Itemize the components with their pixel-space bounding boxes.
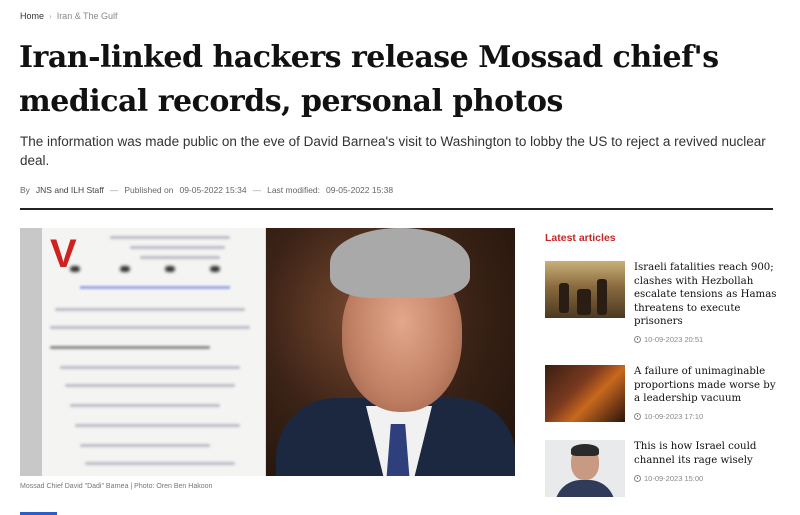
- article-timestamp: 10-09-2023 17:10: [634, 412, 703, 421]
- meta-separator-2: —: [252, 185, 262, 195]
- clock-icon: [634, 475, 641, 482]
- article-meta: By JNS and ILH Staff — Published on 09-0…: [20, 185, 393, 195]
- breadcrumb-home-link[interactable]: Home: [20, 11, 44, 21]
- doc-blob: [210, 266, 220, 272]
- sidebar-title: Latest articles: [545, 232, 616, 244]
- doc-line: [55, 308, 245, 311]
- hair-shape: [330, 228, 470, 298]
- doc-line: [85, 462, 235, 465]
- body-shape: [555, 480, 615, 497]
- figure-shape: [577, 289, 591, 315]
- figure-shape: [597, 279, 607, 315]
- author-link[interactable]: JNS and ILH Staff: [36, 185, 104, 195]
- article-thumbnail[interactable]: [545, 261, 625, 318]
- figure-shape: [559, 283, 569, 313]
- page-title: Iran-linked hackers release Mossad chief…: [19, 40, 719, 119]
- sidebar-article-2[interactable]: A failure of unimaginable proportions ma…: [545, 365, 777, 425]
- doc-line: [70, 404, 220, 407]
- document-edge: [20, 228, 42, 476]
- meta-separator: —: [109, 185, 119, 195]
- image-caption: Mossad Chief David "Dadi" Barnea | Photo…: [20, 483, 213, 490]
- doc-blob: [165, 266, 175, 272]
- hair-shape: [571, 444, 599, 456]
- doc-line: [50, 346, 210, 349]
- doc-blob: [120, 266, 130, 272]
- article-title-link[interactable]: A failure of unimaginable proportions ma…: [634, 365, 779, 406]
- article-timestamp: 10-09-2023 20:51: [634, 335, 703, 344]
- sidebar-article-3[interactable]: This is how Israel could channel its rag…: [545, 440, 777, 500]
- doc-line: [110, 236, 230, 239]
- article-thumbnail[interactable]: [545, 365, 625, 422]
- doc-line: [140, 256, 220, 259]
- article-title-link[interactable]: Israeli fatalities reach 900; clashes wi…: [634, 261, 779, 329]
- doc-line: [50, 326, 250, 329]
- clock-icon: [634, 413, 641, 420]
- doc-line: [65, 384, 235, 387]
- portrait-photo: [266, 228, 515, 476]
- blurred-document-image: V: [20, 228, 265, 476]
- doc-line: [80, 444, 210, 447]
- sidebar-article-1[interactable]: Israeli fatalities reach 900; clashes wi…: [545, 261, 777, 351]
- breadcrumb-section-link[interactable]: Iran & The Gulf: [57, 11, 118, 21]
- published-label: Published on: [124, 185, 174, 195]
- breadcrumb-separator-icon: ›: [49, 11, 52, 21]
- article-time: 10-09-2023 15:00: [644, 474, 704, 483]
- article-time: 10-09-2023 20:51: [644, 335, 704, 344]
- doc-line: [60, 366, 240, 369]
- modified-label: Last modified:: [267, 185, 321, 195]
- published-date: 09-05-2022 15:34: [179, 185, 247, 195]
- article-thumbnail[interactable]: [545, 440, 625, 497]
- header-divider: [20, 208, 773, 210]
- breadcrumb: Home › Iran & The Gulf: [20, 11, 118, 21]
- modified-date: 09-05-2022 15:38: [326, 185, 394, 195]
- article-time: 10-09-2023 17:10: [644, 412, 704, 421]
- article-timestamp: 10-09-2023 15:00: [634, 474, 703, 483]
- article-subtitle: The information was made public on the e…: [20, 134, 766, 168]
- article-title-link[interactable]: This is how Israel could channel its rag…: [634, 440, 779, 467]
- clock-icon: [634, 336, 641, 343]
- doc-blob: [70, 266, 80, 272]
- doc-line: [130, 246, 225, 249]
- hero-image: V: [20, 228, 515, 476]
- byline-label: By: [20, 185, 30, 195]
- latest-articles-sidebar: Latest articles Israeli fatalities reach…: [545, 232, 777, 497]
- doc-line: [75, 424, 240, 427]
- doc-line: [80, 286, 230, 289]
